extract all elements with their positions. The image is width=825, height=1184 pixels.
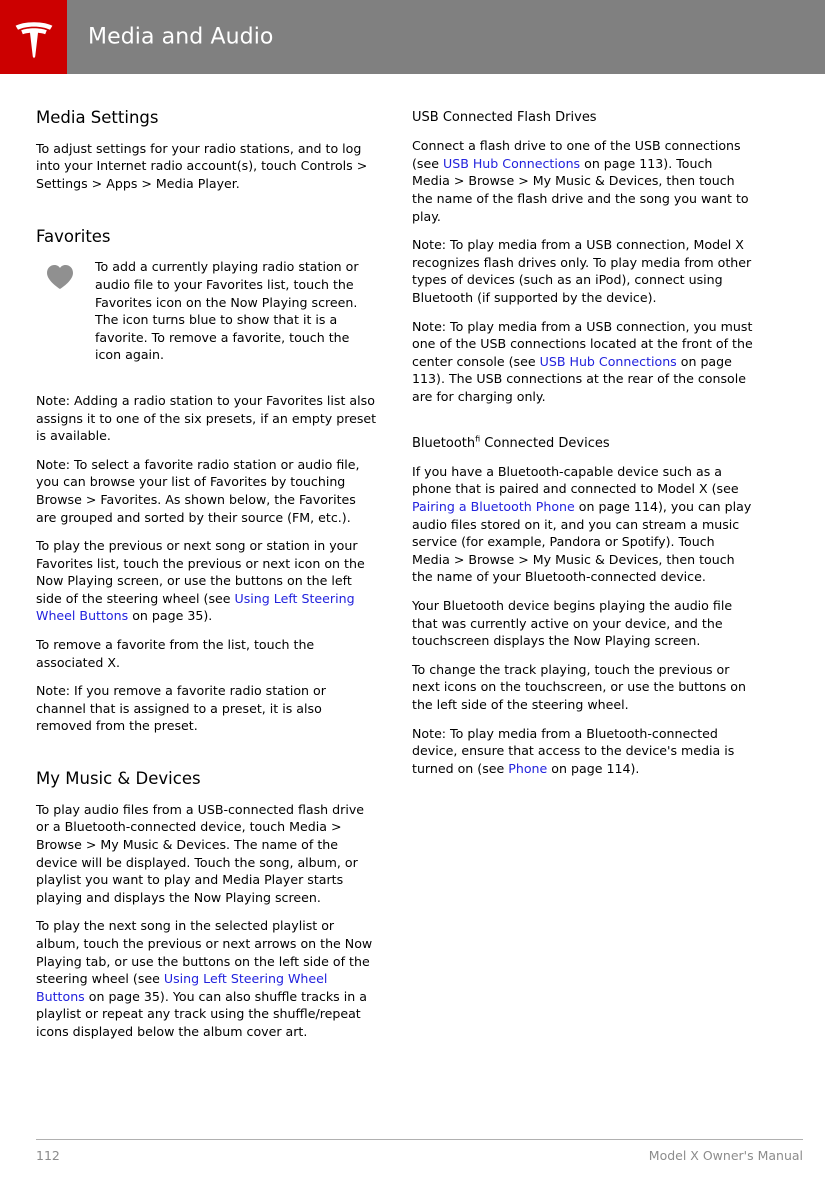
- prev-next-text-b: on page 35).: [128, 608, 213, 624]
- tesla-logo-icon: [15, 22, 52, 59]
- link-pairing-a-bluetooth-phone[interactable]: Pairing a Bluetooth Phone: [412, 499, 575, 514]
- callout-spacer: [36, 375, 378, 392]
- link-usb-hub-connections-2[interactable]: USB Hub Connections: [540, 354, 677, 369]
- heading-my-music-and-devices: My Music & Devices: [36, 769, 201, 789]
- page-header: Media and Audio: [0, 0, 825, 74]
- footer-manual-title: Model X Owner's Manual: [648, 1148, 803, 1163]
- footer-page-number: 112: [36, 1148, 60, 1163]
- link-usb-hub-connections-1[interactable]: USB Hub Connections: [443, 156, 580, 171]
- heading-favorites: Favorites: [36, 226, 111, 246]
- note-favorites-browse: Note: To select a favorite radio station…: [36, 456, 360, 525]
- tesla-logo-block: [0, 0, 67, 74]
- paragraph-usb-bluetooth-playback: To play audio files from a USB-connected…: [36, 801, 365, 905]
- paragraph-media-settings: To adjust settings for your radio statio…: [36, 140, 368, 191]
- paragraph-next-song: To play the next song in the selected pl…: [36, 917, 378, 1040]
- heading-bluetooth-connected-devices: Bluetoothfi Connected Devices: [412, 435, 754, 452]
- paragraph-connect-flash-drive: Connect a flash drive to one of the USB …: [412, 137, 754, 225]
- paragraph-change-track: To change the track playing, touch the p…: [412, 661, 746, 712]
- paragraph-remove-favorite: To remove a favorite from the list, touc…: [36, 637, 315, 670]
- page-footer: 112 Model X Owner's Manual: [36, 1139, 803, 1178]
- page-title: Media and Audio: [88, 24, 274, 50]
- bluetooth-heading-rest: Connected Devices: [480, 435, 610, 451]
- bt-capable-text-a: If you have a Bluetooth-capable device s…: [412, 463, 739, 497]
- link-phone[interactable]: Phone: [508, 761, 547, 776]
- heading-usb-connected-flash-drives: USB Connected Flash Drives: [412, 110, 597, 125]
- note-front-console-usb: Note: To play media from a USB connectio…: [412, 318, 754, 406]
- note-bluetooth-media-access: Note: To play media from a Bluetooth-con…: [412, 725, 754, 778]
- bluetooth-heading-main: Bluetooth: [412, 435, 476, 451]
- next-song-text-b: on page 35). You can also shuffle tracks…: [36, 988, 367, 1039]
- left-column: Media Settings To adjust settings for yo…: [36, 74, 378, 1052]
- header-bar: Media and Audio: [67, 0, 825, 74]
- page-content: Media Settings To adjust settings for yo…: [0, 74, 825, 1140]
- paragraph-bluetooth-capable: If you have a Bluetooth-capable device s…: [412, 463, 754, 586]
- favorites-icon-callout: To add a currently playing radio station…: [36, 258, 378, 364]
- paragraph-bluetooth-begins-playing: Your Bluetooth device begins playing the…: [412, 597, 733, 649]
- bt-access-text-b: on page 114).: [547, 760, 640, 776]
- heart-plus-favorites-icon: [47, 265, 85, 290]
- note-favorites-presets: Note: Adding a radio station to your Fav…: [36, 392, 377, 444]
- right-column: USB Connected Flash Drives Connect a fla…: [412, 74, 754, 788]
- heading-media-settings: Media Settings: [36, 108, 159, 127]
- note-flash-drives-only: Note: To play media from a USB connectio…: [412, 237, 752, 305]
- favorites-callout-text: To add a currently playing radio station…: [95, 259, 359, 363]
- paragraph-prev-next-favorites: To play the previous or next song or sta…: [36, 537, 378, 625]
- note-preset-removal: Note: If you remove a favorite radio sta…: [36, 683, 326, 734]
